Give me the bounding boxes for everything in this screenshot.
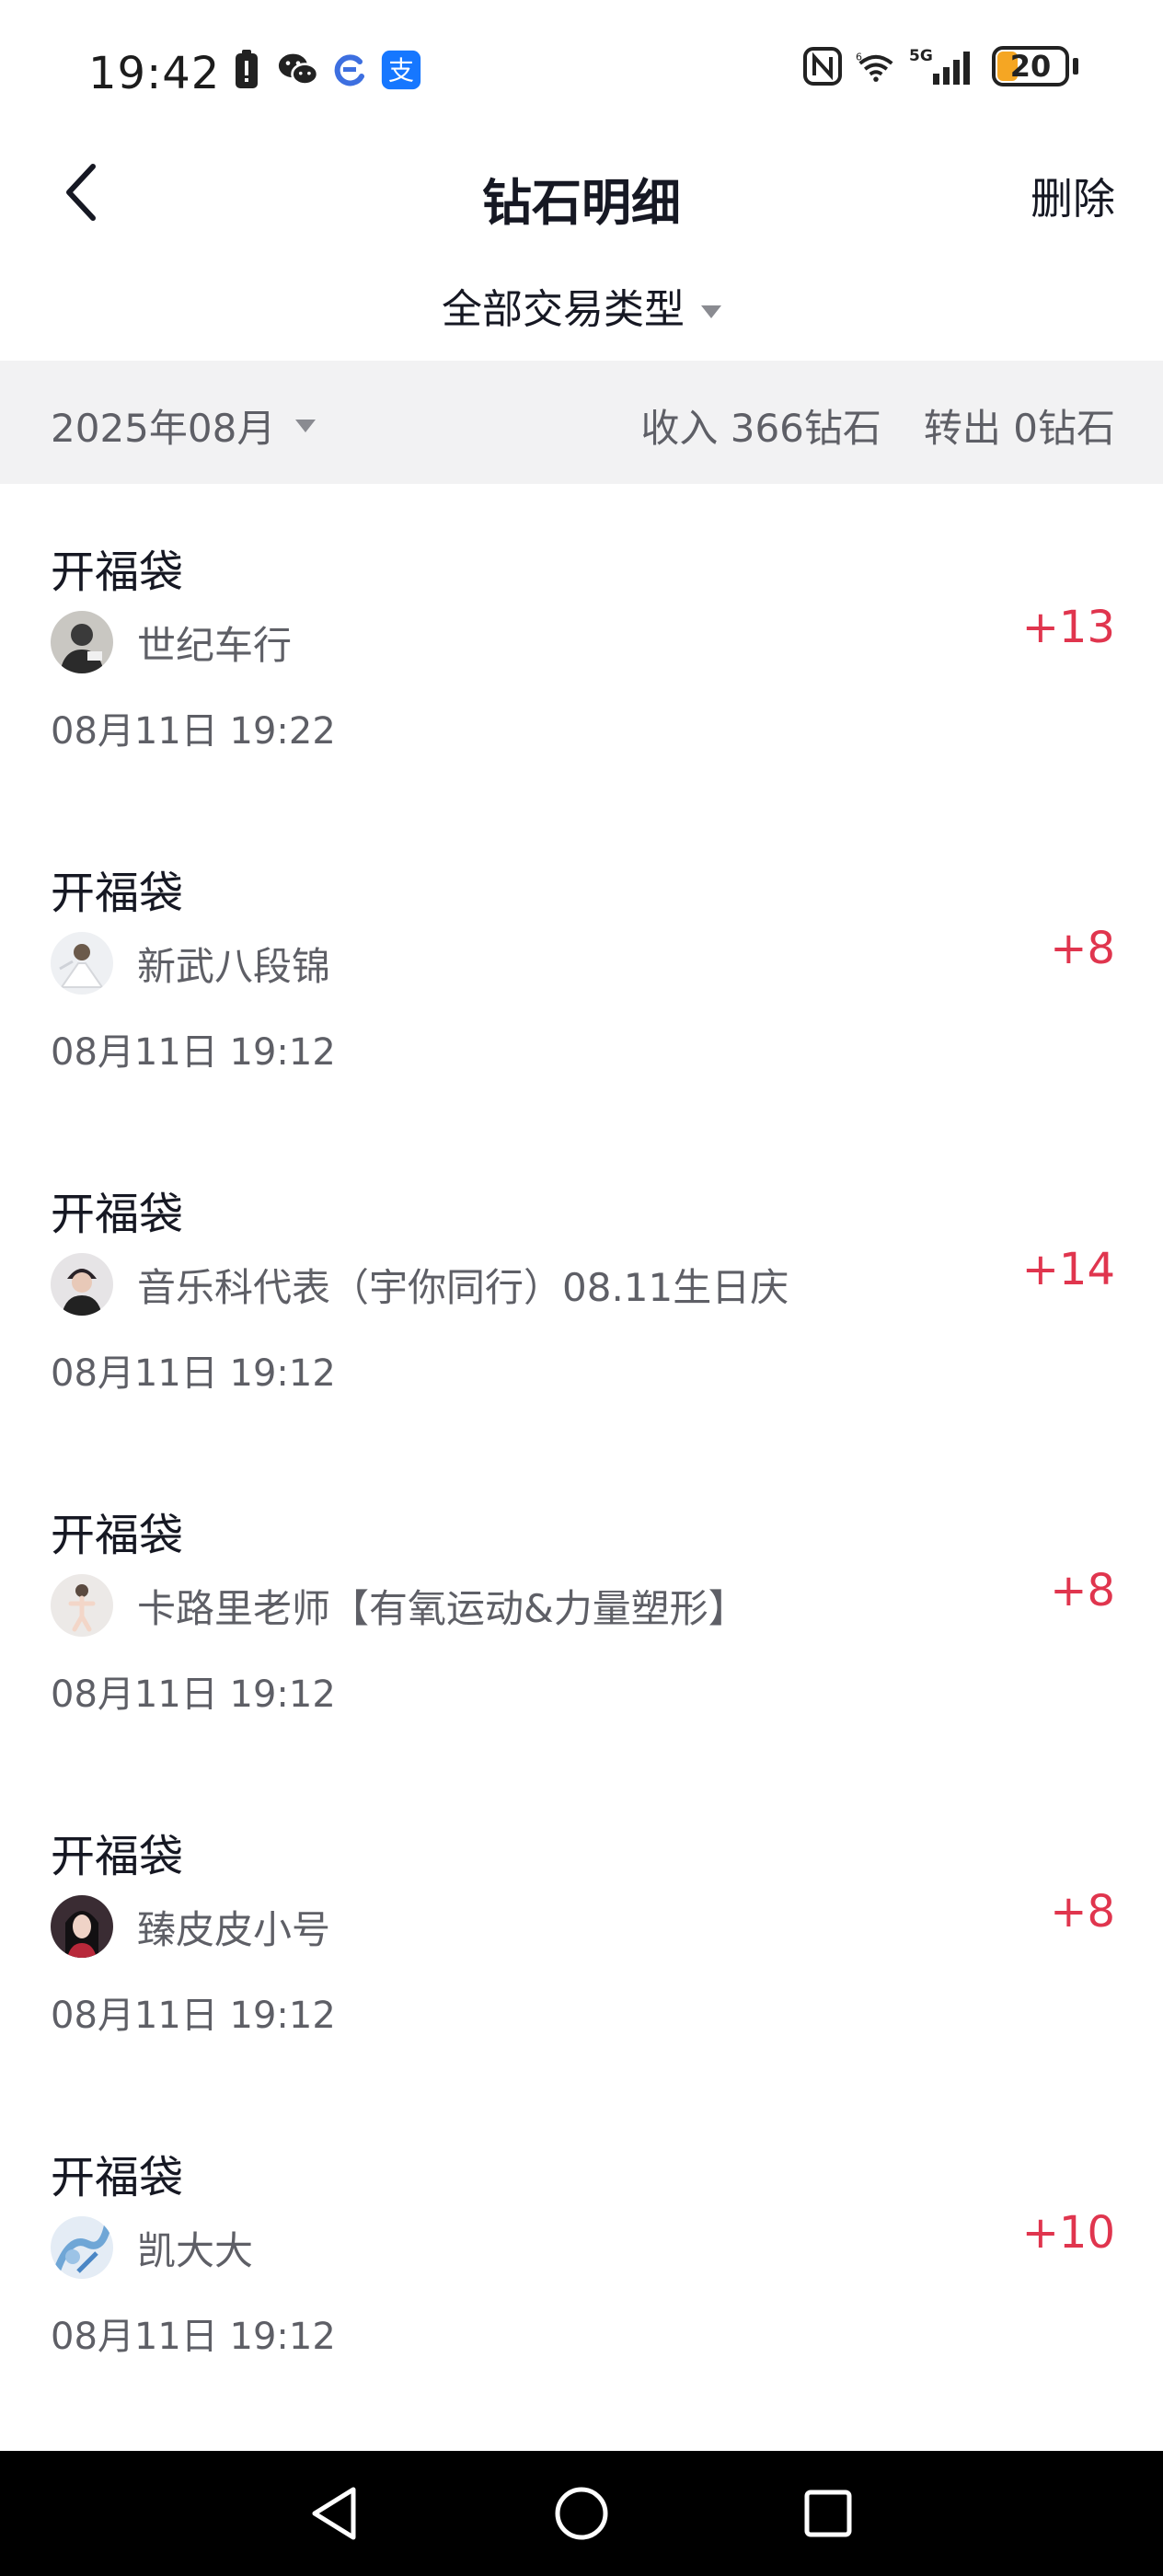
item-user: 臻皮皮小号	[51, 1895, 330, 1958]
summary-bar: 2025年08月 收入 366钻石 转出 0钻石	[0, 361, 1163, 484]
item-user: 新武八段锦	[51, 932, 330, 995]
page-title: 钻石明细	[482, 174, 681, 232]
item-time: 08月11日 19:12	[51, 1031, 336, 1074]
battery-indicator: 20	[992, 46, 1069, 86]
item-title: 开福袋	[51, 1510, 184, 1561]
avatar	[51, 1895, 113, 1958]
system-back-button[interactable]	[304, 2482, 366, 2545]
avatar	[51, 1253, 113, 1316]
item-user: 凯大大	[51, 2216, 253, 2279]
list-item[interactable]: 开福袋 卡路里老师【有氧运动&力量塑形】 08月11日 19:12 +8	[0, 1447, 1163, 1768]
item-time: 08月11日 19:12	[51, 1352, 336, 1395]
system-status-icons: 6 5G 20	[802, 46, 1078, 86]
nav-bar: 钻石明细 删除	[0, 147, 1163, 236]
system-home-button[interactable]	[550, 2482, 613, 2545]
item-username: 卡路里老师【有氧运动&力量塑形】	[137, 1585, 747, 1631]
list-item[interactable]: 开福袋 世纪车行 08月11日 19:22 +13	[0, 484, 1163, 805]
wifi-icon: 6	[856, 46, 896, 86]
list-item[interactable]: 开福袋 凯大大 08月11日 19:12 +10	[0, 2089, 1163, 2410]
notification-icons: 支	[226, 50, 421, 90]
item-amount: +14	[1021, 1244, 1115, 1295]
item-username: 新武八段锦	[137, 943, 331, 989]
item-amount: +13	[1021, 602, 1115, 653]
item-amount: +8	[1050, 1886, 1115, 1938]
battery-alert-icon	[226, 50, 267, 90]
app-c-icon	[329, 50, 370, 90]
list-item[interactable]: 开福袋 新武八段锦 08月11日 19:12 +8	[0, 805, 1163, 1126]
list-item[interactable]: 开福袋 音乐科代表（宇你同行）08.11生日庆 08月11日 19:12 +14	[0, 1126, 1163, 1447]
item-username: 音乐科代表（宇你同行）08.11生日庆	[137, 1264, 789, 1310]
circle-home-icon	[555, 2487, 608, 2540]
status-bar: 19:42 支 6 5G 20	[0, 0, 1163, 147]
item-amount: +8	[1050, 1565, 1115, 1616]
item-time: 08月11日 19:12	[51, 1673, 336, 1716]
item-title: 开福袋	[51, 546, 184, 598]
item-username: 凯大大	[137, 2227, 254, 2273]
item-username: 臻皮皮小号	[137, 1906, 331, 1952]
system-recents-button[interactable]	[797, 2482, 859, 2545]
signal-5g-icon: 5G	[909, 46, 979, 86]
item-time: 08月11日 19:22	[51, 710, 336, 753]
item-user: 音乐科代表（宇你同行）08.11生日庆	[51, 1253, 789, 1316]
item-username: 世纪车行	[137, 622, 293, 668]
transaction-list: 开福袋 世纪车行 08月11日 19:22 +13 开福袋 新武八段锦 08月1…	[0, 484, 1163, 2410]
wechat-icon	[278, 50, 318, 90]
caret-down-icon	[295, 419, 317, 432]
avatar	[51, 1574, 113, 1637]
item-user: 卡路里老师【有氧运动&力量塑形】	[51, 1574, 747, 1637]
triangle-back-icon	[312, 2487, 356, 2540]
nfc-icon	[802, 46, 843, 86]
item-title: 开福袋	[51, 1831, 184, 1882]
summary-totals: 收入 366钻石 转出 0钻石	[640, 397, 1115, 454]
item-time: 08月11日 19:12	[51, 2316, 336, 2358]
square-recents-icon	[804, 2490, 852, 2537]
month-label: 2025年08月	[51, 406, 276, 451]
avatar	[51, 2216, 113, 2279]
svg-text:5G: 5G	[909, 47, 933, 65]
list-item[interactable]: 开福袋 臻皮皮小号 08月11日 19:12 +8	[0, 1768, 1163, 2089]
income-total: 收入 366钻石	[640, 406, 881, 451]
delete-button[interactable]: 删除	[1031, 166, 1115, 226]
item-user: 世纪车行	[51, 611, 292, 673]
battery-level: 20	[1009, 49, 1052, 84]
item-title: 开福袋	[51, 868, 184, 919]
item-amount: +10	[1021, 2207, 1115, 2259]
status-time: 19:42	[88, 48, 221, 99]
avatar	[51, 611, 113, 673]
outgoing-total: 转出 0钻石	[923, 406, 1115, 451]
item-amount: +8	[1050, 923, 1115, 974]
system-nav-bar	[0, 2451, 1163, 2576]
alipay-icon: 支	[381, 50, 421, 90]
transaction-type-label: 全部交易类型	[442, 286, 685, 333]
item-title: 开福袋	[51, 2152, 184, 2203]
caret-down-icon	[701, 305, 721, 318]
battery-tip	[1073, 58, 1078, 75]
alipay-glyph: 支	[388, 56, 414, 86]
transaction-type-filter[interactable]: 全部交易类型	[0, 276, 1163, 335]
item-time: 08月11日 19:12	[51, 1995, 336, 2037]
month-selector[interactable]: 2025年08月	[51, 397, 317, 454]
avatar	[51, 932, 113, 995]
item-title: 开福袋	[51, 1189, 184, 1240]
